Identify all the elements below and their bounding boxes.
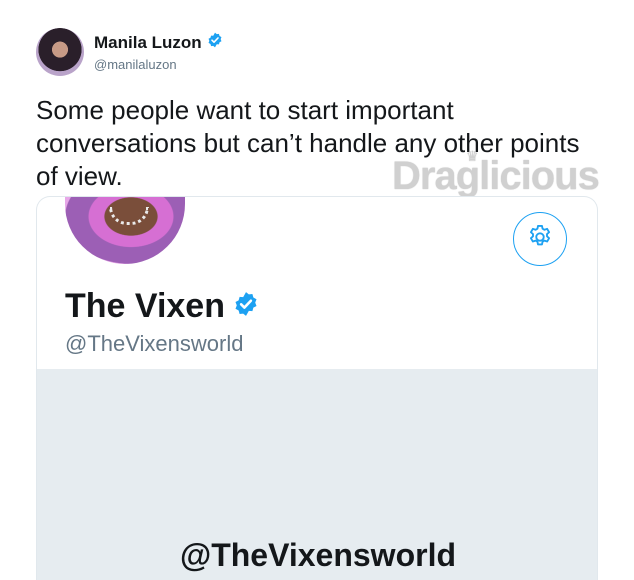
verified-badge-icon	[233, 291, 259, 322]
profile-name-row: The Vixen	[65, 287, 259, 326]
profile-name[interactable]: The Vixen	[65, 287, 225, 326]
author-name-row: Manila Luzon	[94, 32, 223, 53]
settings-button[interactable]	[513, 212, 567, 266]
watermark-logo: Draglicious ♛	[392, 148, 600, 199]
watermark-text: Draglicious	[392, 154, 600, 198]
author-meta: Manila Luzon @manilaluzon	[94, 32, 223, 72]
author-handle[interactable]: @manilaluzon	[94, 57, 223, 72]
author-name[interactable]: Manila Luzon	[94, 33, 202, 53]
profile-handle[interactable]: @TheVixensworld	[65, 331, 243, 357]
settings-gear-icon	[526, 223, 554, 256]
verified-badge-icon	[207, 32, 223, 53]
necklace-detail	[109, 207, 149, 225]
embedded-profile-card[interactable]: The Vixen @TheVixensworld @TheVixensworl…	[36, 196, 598, 580]
tweet-author: Manila Luzon @manilaluzon	[36, 28, 223, 76]
author-avatar[interactable]	[36, 28, 84, 76]
profile-avatar[interactable]	[65, 197, 185, 264]
crown-icon: ♛	[466, 148, 479, 164]
banner-text: @TheVixensworld	[179, 537, 456, 573]
